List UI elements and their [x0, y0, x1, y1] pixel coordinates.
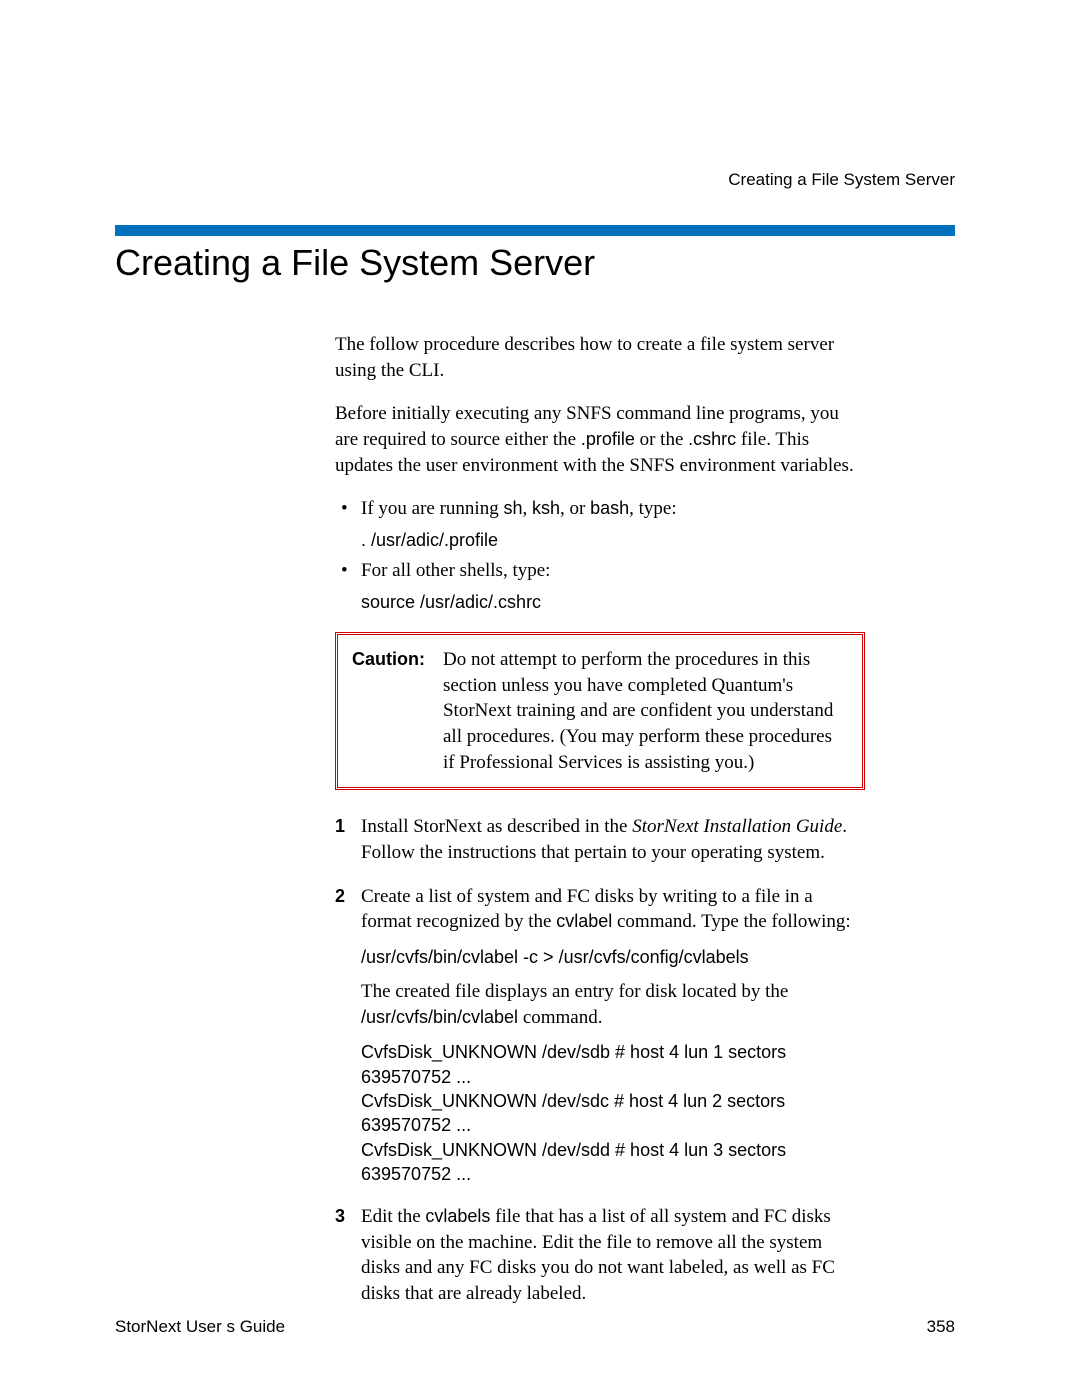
- code-bash: bash: [590, 498, 629, 518]
- text: If you are running: [361, 498, 503, 519]
- step-text: Install StorNext as described in the Sto…: [361, 814, 865, 865]
- code-cvlabels: cvlabels: [425, 1206, 490, 1226]
- step-item: Install StorNext as described in the Sto…: [335, 814, 865, 865]
- result-paragraph: The created file displays an entry for d…: [361, 979, 865, 1030]
- footer-page-number: 358: [927, 1317, 955, 1337]
- caution-label: Caution:: [352, 647, 425, 775]
- text: Install StorNext as described in the: [361, 816, 632, 837]
- command-text: /usr/cvfs/bin/cvlabel -c > /usr/cvfs/con…: [361, 945, 865, 969]
- horizontal-rule: [115, 225, 955, 236]
- running-header: Creating a File System Server: [728, 170, 955, 190]
- footer-left: StorNext User s Guide: [115, 1317, 285, 1337]
- code-sh: sh: [503, 498, 522, 518]
- output-line: CvfsDisk_UNKNOWN /dev/sdc # host 4 lun 2…: [361, 1089, 865, 1138]
- step-item: Edit the cvlabels file that has a list o…: [335, 1204, 865, 1307]
- caution-text: Do not attempt to perform the procedures…: [443, 647, 848, 775]
- output-line: CvfsDisk_UNKNOWN /dev/sdd # host 4 lun 3…: [361, 1138, 865, 1187]
- code-path: /usr/cvfs/bin/cvlabel: [361, 1007, 518, 1027]
- text: , or: [560, 498, 590, 519]
- code-ksh: ksh: [532, 498, 560, 518]
- code-cvlabel: cvlabel: [556, 911, 612, 931]
- bullet-item: For all other shells, type: source /usr/…: [335, 558, 865, 614]
- text: The created file displays an entry for d…: [361, 981, 788, 1002]
- text: command.: [518, 1007, 602, 1028]
- code-profile: .profile: [581, 429, 635, 449]
- bullet-item: If you are running sh, ksh, or bash, typ…: [335, 496, 865, 552]
- page-footer: StorNext User s Guide 358: [115, 1317, 955, 1337]
- text: For all other shells, type:: [361, 560, 550, 581]
- caution-box: Caution: Do not attempt to perform the p…: [335, 632, 865, 790]
- page-title: Creating a File System Server: [115, 242, 955, 284]
- book-title-italic: StorNext Installation Guide: [632, 816, 842, 837]
- text: , type:: [629, 498, 677, 519]
- intro-paragraph-1: The follow procedure describes how to cr…: [335, 332, 865, 383]
- text: or the: [635, 429, 688, 450]
- step-text: Create a list of system and FC disks by …: [361, 884, 865, 935]
- ordered-steps: Install StorNext as described in the Sto…: [335, 814, 865, 1306]
- output-line: CvfsDisk_UNKNOWN /dev/sdb # host 4 lun 1…: [361, 1040, 865, 1089]
- command-text: source /usr/adic/.cshrc: [361, 590, 865, 614]
- step-item: Create a list of system and FC disks by …: [335, 884, 865, 1187]
- text: command. Type the following:: [612, 911, 850, 932]
- command-text: . /usr/adic/.profile: [361, 528, 865, 552]
- intro-paragraph-2: Before initially executing any SNFS comm…: [335, 401, 865, 478]
- output-block: CvfsDisk_UNKNOWN /dev/sdb # host 4 lun 1…: [361, 1040, 865, 1186]
- text: ,: [522, 498, 532, 519]
- code-cshrc: .cshrc: [688, 429, 736, 449]
- bullet-list: If you are running sh, ksh, or bash, typ…: [335, 496, 865, 614]
- step-text: Edit the cvlabels file that has a list o…: [361, 1204, 865, 1307]
- body-column: The follow procedure describes how to cr…: [335, 332, 865, 1307]
- page: Creating a File System Server Creating a…: [0, 0, 1080, 1397]
- text: Edit the: [361, 1206, 425, 1227]
